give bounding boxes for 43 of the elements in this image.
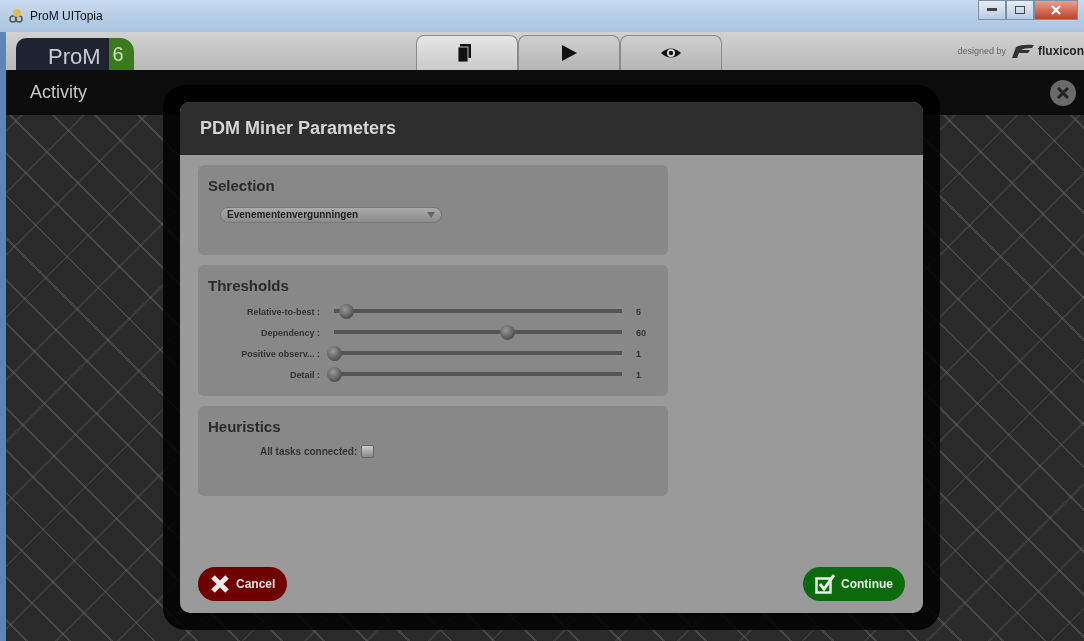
panel-heading: Heuristics (208, 418, 282, 435)
toolbar-tab[interactable] (415, 35, 518, 70)
slider-value: 1 (636, 348, 642, 359)
dropdown[interactable]: Evenementenvergunningen (220, 206, 442, 223)
window-title: ProM UITopia (30, 9, 103, 23)
checkbox-label: All tasks connected: (260, 446, 358, 457)
slider-thumb[interactable] (499, 325, 515, 340)
wing-logo-icon (1010, 44, 1034, 58)
slider-label: Relative-to-best : (246, 306, 320, 317)
app-icon (8, 8, 24, 24)
toolbar-tab[interactable] (517, 35, 620, 70)
slider-thumb[interactable] (338, 304, 354, 319)
dialog-title: PDM Miner Parameters (200, 118, 397, 139)
close-icon (1051, 5, 1061, 15)
credit-text: designed by (957, 46, 1006, 56)
logo-text: ProM (16, 38, 109, 70)
checkbox-icon (815, 574, 835, 594)
slider-value: 1 (636, 369, 642, 380)
slider-value: 60 (636, 327, 647, 338)
minimize-button[interactable] (978, 0, 1006, 20)
slider-label: Positive observ... : (240, 348, 320, 359)
close-icon (1057, 86, 1069, 99)
slider-label: Dependency : (260, 327, 320, 338)
play-icon (559, 44, 578, 62)
close-button[interactable] (1034, 0, 1078, 20)
close-button[interactable] (1050, 79, 1076, 106)
minimize-icon (987, 8, 997, 12)
continue-button[interactable]: Continue (803, 567, 905, 601)
slider-thumb[interactable] (327, 346, 342, 361)
cross-icon (210, 574, 230, 594)
panel-heading: Thresholds (208, 277, 290, 294)
slider-label: Detail : (289, 369, 320, 380)
maximize-button[interactable] (1006, 0, 1034, 20)
brand-text: fluxicon (1038, 44, 1084, 58)
activity-title: Activity (30, 82, 87, 103)
panel-heading: Selection (208, 177, 276, 194)
cancel-button[interactable]: Cancel (198, 567, 288, 601)
slider-value: 5 (636, 306, 642, 317)
dropdown-arrow-icon (427, 211, 435, 218)
checkbox[interactable] (361, 445, 375, 458)
logo-version: 6 (108, 38, 134, 70)
maximize-icon (1015, 6, 1025, 14)
slider-thumb[interactable] (327, 367, 342, 382)
